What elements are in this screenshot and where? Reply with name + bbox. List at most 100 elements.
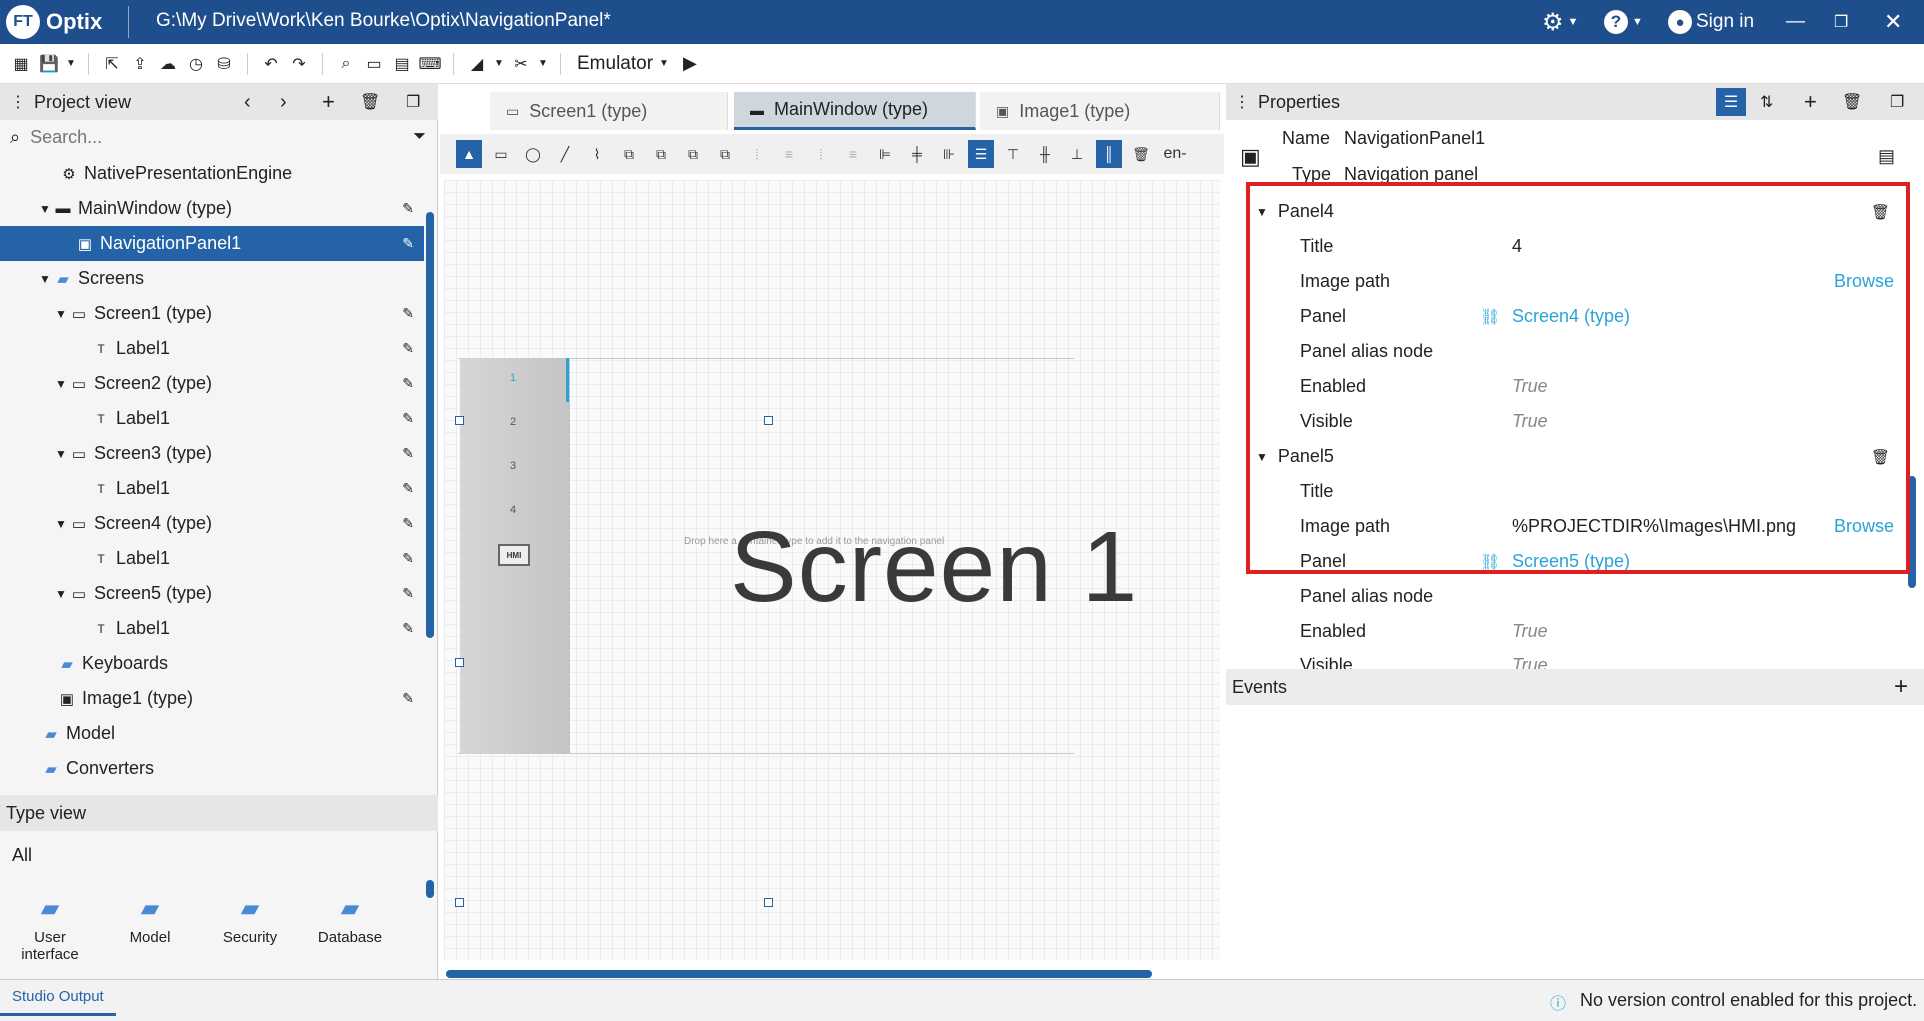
copy-icon[interactable]: ❐ <box>1890 92 1904 112</box>
select-tool-icon[interactable]: ▲ <box>456 140 482 168</box>
tree-item-model[interactable]: ▰ Model <box>0 716 424 751</box>
align-center-icon[interactable]: ╪ <box>904 140 930 168</box>
edit-icon[interactable]: ✎ <box>402 690 414 707</box>
project-view-scrollbar[interactable] <box>426 212 434 638</box>
browse-button[interactable]: Browse <box>1834 516 1894 537</box>
copy-icon[interactable]: ❐ <box>406 92 420 112</box>
expand-arrow-icon[interactable]: ▼ <box>54 377 68 391</box>
save-icon[interactable]: 💾 <box>36 51 62 77</box>
type-item-user-interface[interactable]: ▰ User interface <box>10 894 90 963</box>
align-left-icon[interactable]: ⊫ <box>872 140 898 168</box>
panel5-alias-row[interactable]: Panel alias node <box>1226 579 1906 614</box>
undo-icon[interactable]: ↶ <box>258 51 284 77</box>
redo-icon[interactable]: ↷ <box>286 51 312 77</box>
tree-item-label1[interactable]: T Label1 ✎ <box>0 611 424 646</box>
database-icon[interactable]: ⛁ <box>211 51 237 77</box>
sign-in-button[interactable]: ● Sign in <box>1668 8 1754 36</box>
panel5-visible-row[interactable]: Visible True <box>1226 649 1906 669</box>
tree-item-label1[interactable]: T Label1 ✎ <box>0 541 424 576</box>
tree-item-screen1[interactable]: ▼ ▭ Screen1 (type) ✎ <box>0 296 424 331</box>
browse-button[interactable]: Browse <box>1834 271 1894 292</box>
properties-scrollbar[interactable] <box>1908 476 1916 588</box>
edit-icon[interactable]: ✎ <box>402 585 414 602</box>
resize-handle[interactable] <box>455 658 464 667</box>
expand-arrow-icon[interactable]: ▼ <box>38 272 52 286</box>
send-backward-icon[interactable]: ⧉ <box>648 140 674 168</box>
tree-item-label1[interactable]: T Label1 ✎ <box>0 331 424 366</box>
expand-arrow-icon[interactable]: ▼ <box>54 307 68 321</box>
panel4-visible-row[interactable]: Visible True <box>1226 404 1906 439</box>
property-value[interactable]: True <box>1512 411 1548 432</box>
tab-mainwindow[interactable]: ▬ MainWindow (type) <box>734 92 976 130</box>
align-middle-icon[interactable]: ╫ <box>1032 140 1058 168</box>
distribute-vertical-icon[interactable]: ≡ <box>776 140 802 168</box>
expand-arrow-icon[interactable]: ▼ <box>54 587 68 601</box>
tree-item-label1[interactable]: T Label1 ✎ <box>0 401 424 436</box>
search-icon[interactable]: ⌕ <box>333 51 359 77</box>
property-value[interactable]: Screen4 (type) <box>1512 306 1630 327</box>
edit-icon[interactable]: ✎ <box>402 480 414 497</box>
tree-item-converters[interactable]: ▰ Converters <box>0 751 424 786</box>
edit-icon[interactable]: ✎ <box>402 550 414 567</box>
layout-icon[interactable]: ▦ <box>8 51 34 77</box>
back-icon[interactable]: ‹ <box>244 91 251 114</box>
panel4-image-path-row[interactable]: Image path Browse <box>1226 264 1906 299</box>
emulator-dropdown[interactable]: Emulator ▼ <box>571 53 675 75</box>
tree-item-screen3[interactable]: ▼ ▭ Screen3 (type) ✎ <box>0 436 424 471</box>
resize-handle[interactable] <box>455 898 464 907</box>
nav-item[interactable]: 4 <box>460 504 566 516</box>
property-value[interactable]: 4 <box>1512 236 1522 257</box>
edit-icon[interactable]: ✎ <box>402 445 414 462</box>
properties-list-icon[interactable]: ▤ <box>1878 146 1895 167</box>
edit-icon[interactable]: ✎ <box>402 375 414 392</box>
upload-icon[interactable]: ⇪ <box>127 51 153 77</box>
align-bottom-icon[interactable]: ⊥ <box>1064 140 1090 168</box>
close-button[interactable]: ✕ <box>1884 8 1902 36</box>
studio-output-tab[interactable]: Studio Output <box>0 988 116 1016</box>
name-value[interactable]: NavigationPanel1 <box>1344 128 1485 149</box>
resize-handle[interactable] <box>455 416 464 425</box>
align-right-icon[interactable]: ⊪ <box>936 140 962 168</box>
panel5-enabled-row[interactable]: Enabled True <box>1226 614 1906 649</box>
edit-icon[interactable]: ✎ <box>402 340 414 357</box>
build-icon[interactable]: ◢ <box>464 51 490 77</box>
search-input[interactable] <box>30 126 391 148</box>
ellipse-tool-icon[interactable]: ◯ <box>520 140 546 168</box>
polyline-tool-icon[interactable]: ⌇ <box>584 140 610 168</box>
chevron-down-icon[interactable]: ▼ <box>536 51 550 77</box>
resize-handle[interactable] <box>764 416 773 425</box>
delete-icon[interactable]: 🗑 <box>1871 203 1890 221</box>
panel5-title-row[interactable]: Title <box>1226 474 1906 509</box>
nav-item[interactable]: 3 <box>460 460 566 472</box>
canvas-horizontal-scrollbar[interactable] <box>446 970 1152 978</box>
expand-arrow-icon[interactable]: ▼ <box>1256 450 1268 464</box>
tree-item-screen2[interactable]: ▼ ▭ Screen2 (type) ✎ <box>0 366 424 401</box>
minimize-button[interactable]: — <box>1786 8 1805 36</box>
restore-button[interactable]: ❐ <box>1834 8 1848 36</box>
forward-icon[interactable]: › <box>280 91 287 114</box>
tab-screen1[interactable]: ▭ Screen1 (type) <box>490 92 728 130</box>
edit-icon[interactable]: ✎ <box>402 305 414 322</box>
tree-item-screen5[interactable]: ▼ ▭ Screen5 (type) ✎ <box>0 576 424 611</box>
panel4-title-row[interactable]: Title 4 <box>1226 229 1906 264</box>
history-icon[interactable]: ◷ <box>183 51 209 77</box>
tree-item-image1[interactable]: ▣ Image1 (type) ✎ <box>0 681 424 716</box>
panel4-alias-row[interactable]: Panel alias node <box>1226 334 1906 369</box>
property-value[interactable]: Screen5 (type) <box>1512 551 1630 572</box>
folder-icon[interactable]: ▭ <box>361 51 387 77</box>
panel4-section[interactable]: ▼ Panel4 🗑 <box>1226 194 1906 229</box>
bring-forward-icon[interactable]: ⧉ <box>616 140 642 168</box>
expand-arrow-icon[interactable]: ▼ <box>54 517 68 531</box>
expand-arrow-icon[interactable]: ▼ <box>54 447 68 461</box>
type-item-security[interactable]: ▰ Security <box>210 894 290 946</box>
line-tool-icon[interactable]: ╱ <box>552 140 578 168</box>
filter-toggle-icon[interactable]: ☰ <box>1716 88 1746 116</box>
type-item-model[interactable]: ▰ Model <box>110 894 190 946</box>
resize-handle[interactable] <box>764 898 773 907</box>
tree-item-keyboards[interactable]: ▰ Keyboards <box>0 646 424 681</box>
tree-item-screen4[interactable]: ▼ ▭ Screen4 (type) ✎ <box>0 506 424 541</box>
chevron-down-icon[interactable]: ▼ <box>64 51 78 77</box>
deploy-icon[interactable]: ⇱ <box>99 51 125 77</box>
navigation-panel[interactable]: 1 2 3 4 HMI <box>460 358 570 754</box>
run-icon[interactable]: ▶ <box>677 51 703 77</box>
